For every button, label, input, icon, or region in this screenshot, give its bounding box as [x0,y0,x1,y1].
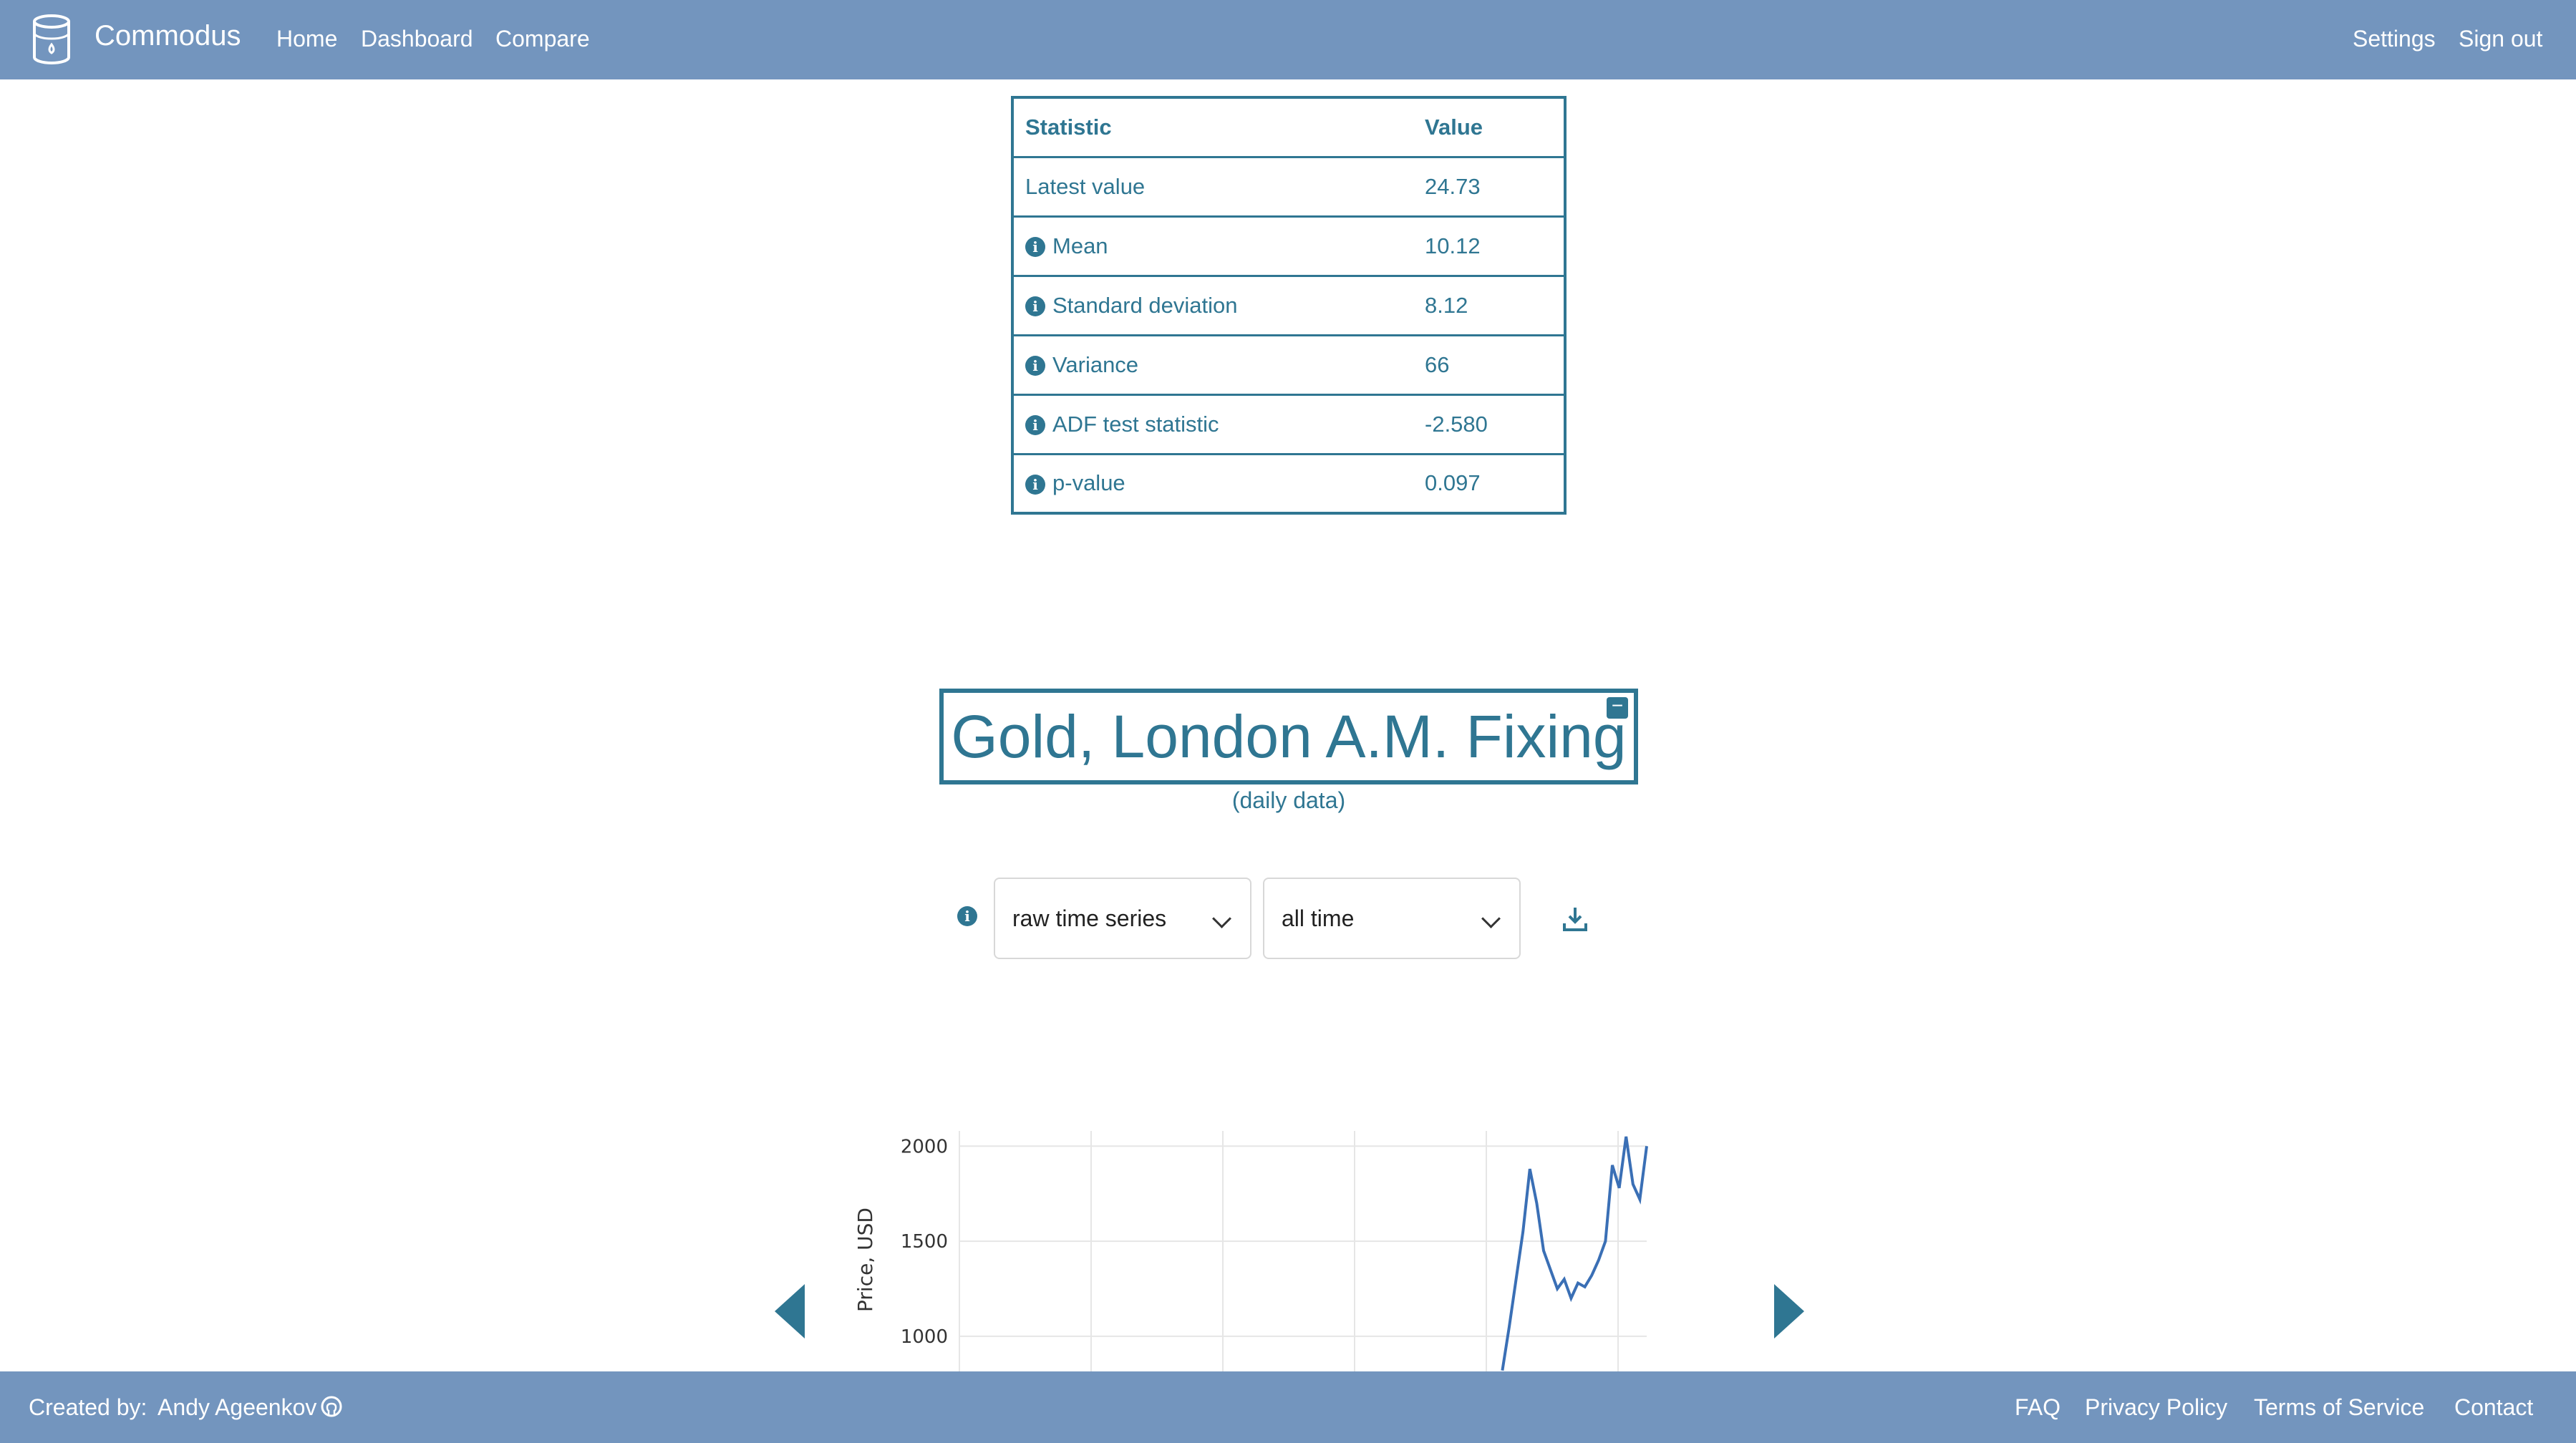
range-select-value: all time [1282,905,1355,931]
column-header-value: Value [1425,114,1483,140]
download-icon[interactable] [1562,906,1588,932]
stat-label: Mean [1052,233,1108,258]
footer-link-faq[interactable]: FAQ [2015,1394,2061,1421]
stat-label: ADF test statistic [1052,411,1219,437]
series-subtitle: (daily data) [1231,787,1346,813]
nav-home[interactable]: Home [276,26,337,52]
info-icon[interactable]: i [1025,475,1045,495]
transform-select[interactable]: raw time series [994,878,1251,959]
brand-name[interactable]: Commodus [95,20,241,52]
series-line [1501,1136,1648,1371]
stat-value: -2.580 [1425,393,1565,454]
author-link[interactable]: Andy Ageenkov [158,1394,316,1421]
chevron-down-icon [1481,909,1501,928]
transform-select-value: raw time series [1012,905,1167,931]
created-by-label: Created by: [29,1394,147,1420]
nav-sign-out[interactable]: Sign out [2459,26,2542,52]
y-tick-label: 1500 [901,1231,948,1253]
info-icon[interactable]: i [1025,415,1045,436]
stat-value: 66 [1425,334,1565,394]
chevron-right-icon[interactable] [1774,1284,1804,1338]
column-header-statistic: Statistic [1025,114,1112,140]
info-icon[interactable]: i [1025,296,1045,317]
y-tick-label: 1000 [901,1326,948,1348]
database-icon[interactable] [30,13,73,67]
stat-label: Variance [1052,351,1139,377]
table-row: i Standard deviation 8.12 [1012,274,1565,335]
stat-value: 0.097 [1425,452,1565,513]
nav-compare[interactable]: Compare [495,26,590,52]
top-navbar: Commodus Home Dashboard Compare Settings… [0,0,2576,79]
table-row: i ADF test statistic -2.580 [1012,393,1565,454]
table-row: i Variance 66 [1012,334,1565,394]
chart-svg: 1000 1500 2000 Price, USD [853,1131,1648,1374]
stat-label: Standard deviation [1052,292,1238,318]
footer: Created by: Andy Ageenkov FAQ Privacy Po… [0,1371,2576,1443]
info-icon[interactable]: i [957,906,977,926]
footer-link-contact[interactable]: Contact [2454,1394,2533,1421]
range-select[interactable]: all time [1263,878,1521,959]
statistics-table: Statistic Value Latest value 24.73 i Mean… [1011,96,1567,515]
stat-label: p-value [1052,470,1125,496]
stat-label: Latest value [1025,173,1146,199]
table-row: i p-value 0.097 [1012,452,1565,513]
table-row: Latest value 24.73 [1012,155,1565,216]
price-chart[interactable]: 1000 1500 2000 Price, USD [845,1117,1675,1374]
info-icon[interactable]: i [1025,237,1045,258]
table-row: i Mean 10.12 [1012,215,1565,276]
minus-icon[interactable]: − [1607,696,1628,719]
chevron-left-icon[interactable] [775,1284,805,1338]
table-header-row: Statistic Value [1012,97,1565,157]
stat-value: 8.12 [1425,274,1565,335]
y-axis-label: Price, USD [853,1208,877,1312]
footer-link-privacy[interactable]: Privacy Policy [2085,1394,2227,1421]
stat-value: 24.73 [1425,155,1565,216]
info-icon[interactable]: i [1025,356,1045,376]
series-title: Gold, London A.M. Fixing [951,703,1627,770]
nav-settings[interactable]: Settings [2353,26,2436,52]
github-icon[interactable] [321,1396,342,1417]
chevron-down-icon [1212,909,1231,928]
stat-value: 10.12 [1425,215,1565,276]
footer-link-terms[interactable]: Terms of Service [2254,1394,2424,1421]
y-tick-label: 2000 [901,1136,948,1157]
nav-dashboard[interactable]: Dashboard [361,26,473,52]
series-title-box: Gold, London A.M. Fixing − [939,689,1638,784]
